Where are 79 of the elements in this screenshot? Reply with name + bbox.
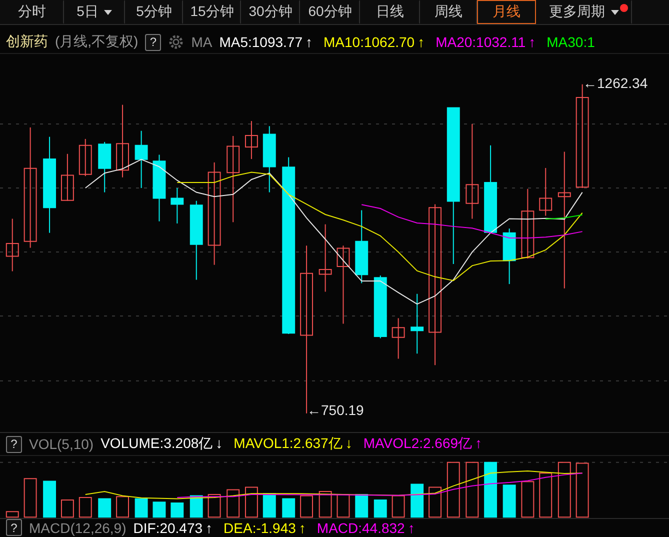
index-name: 创新药 <box>6 33 48 51</box>
trend-arrow: ↑ <box>408 520 415 536</box>
volume-bar <box>336 494 350 518</box>
volume-bar <box>6 511 19 518</box>
volume-bar <box>484 462 498 518</box>
volume-bar <box>24 478 37 518</box>
volume-bar <box>521 481 534 518</box>
volume-bar <box>60 500 74 518</box>
volume-bar <box>282 498 296 518</box>
indicator-value: DIF:20.473 <box>133 520 203 536</box>
trend-arrow: ↑ <box>206 520 213 536</box>
candle <box>392 318 405 360</box>
indicator-label: MACD(12,26,9) <box>29 520 126 536</box>
candle <box>521 188 534 259</box>
volume-bar <box>190 495 203 518</box>
candle <box>152 154 166 222</box>
volume-bar <box>576 462 589 518</box>
volume-bar <box>134 498 148 518</box>
volume-bar <box>446 462 460 518</box>
help-button[interactable]: ? <box>6 436 22 452</box>
period-tab[interactable]: 月线 <box>477 0 536 24</box>
indicator-value: MAVOL2:2.669亿 <box>363 435 472 453</box>
candle <box>502 228 516 285</box>
candle <box>60 153 74 202</box>
trend-arrow: ↓ <box>216 435 223 453</box>
candle <box>170 188 184 224</box>
volume-bar <box>466 462 479 518</box>
candle <box>6 218 19 272</box>
volume-bar <box>116 496 129 518</box>
volume-bar <box>43 480 56 518</box>
indicator-value: MACD:44.832 <box>316 520 405 536</box>
volume-bar <box>392 495 405 518</box>
volume-bar <box>410 484 424 518</box>
volume-bar <box>78 496 92 518</box>
volume-bar <box>226 489 240 518</box>
candle <box>318 224 332 292</box>
help-button[interactable]: ? <box>145 34 162 50</box>
volume-bar <box>244 486 258 518</box>
volume-bar <box>318 491 332 518</box>
help-button[interactable]: ? <box>6 519 22 536</box>
indicator-value: MAVOL1:2.637亿 <box>234 435 342 453</box>
volume-bar <box>558 462 571 518</box>
volume-bar <box>428 486 442 518</box>
indicator-value: MA10:1062.70 <box>324 34 415 50</box>
trend-arrow: ↑ <box>528 34 536 50</box>
volume-bar <box>98 498 112 518</box>
indicator-value: VOLUME:3.208亿 <box>100 435 213 453</box>
candle <box>98 141 112 193</box>
trend-arrow: ↑ <box>306 34 313 50</box>
volume-bar <box>208 494 221 518</box>
indicator-value: MA30:1 <box>546 34 595 50</box>
candle <box>244 120 258 160</box>
trend-arrow: ↑ <box>298 520 306 536</box>
volume-bar <box>262 493 276 518</box>
volume-bar <box>355 494 368 518</box>
indicator-value: DEA:-1.943 <box>224 520 296 536</box>
indicator-label: VOL(5,10) <box>29 436 94 452</box>
trend-arrow: ↑ <box>418 34 425 50</box>
candle <box>539 167 552 216</box>
volume-bar <box>539 472 552 518</box>
chart-mode-label: (月线,不复权) <box>55 33 138 51</box>
candle <box>78 138 92 177</box>
candle <box>374 275 387 339</box>
trend-arrow: ↓ <box>345 435 352 453</box>
volume-bar <box>300 495 314 518</box>
volume-bar <box>502 484 516 518</box>
volume-bar <box>170 502 184 518</box>
high-price-label: ←1262.34 <box>583 75 648 91</box>
settings-icon[interactable] <box>168 34 184 50</box>
indicator-value: MA20:1032.11 <box>436 34 526 50</box>
candle <box>262 126 276 193</box>
candle <box>134 130 148 189</box>
trend-arrow: ↑ <box>475 435 482 453</box>
volume-bar <box>152 502 166 518</box>
low-price-label: ←750.19 <box>307 402 364 418</box>
volume-bar <box>374 500 387 518</box>
indicator-label: MA <box>191 34 212 50</box>
indicator-value: MA5:1093.77 <box>219 34 303 50</box>
candle <box>410 293 424 354</box>
